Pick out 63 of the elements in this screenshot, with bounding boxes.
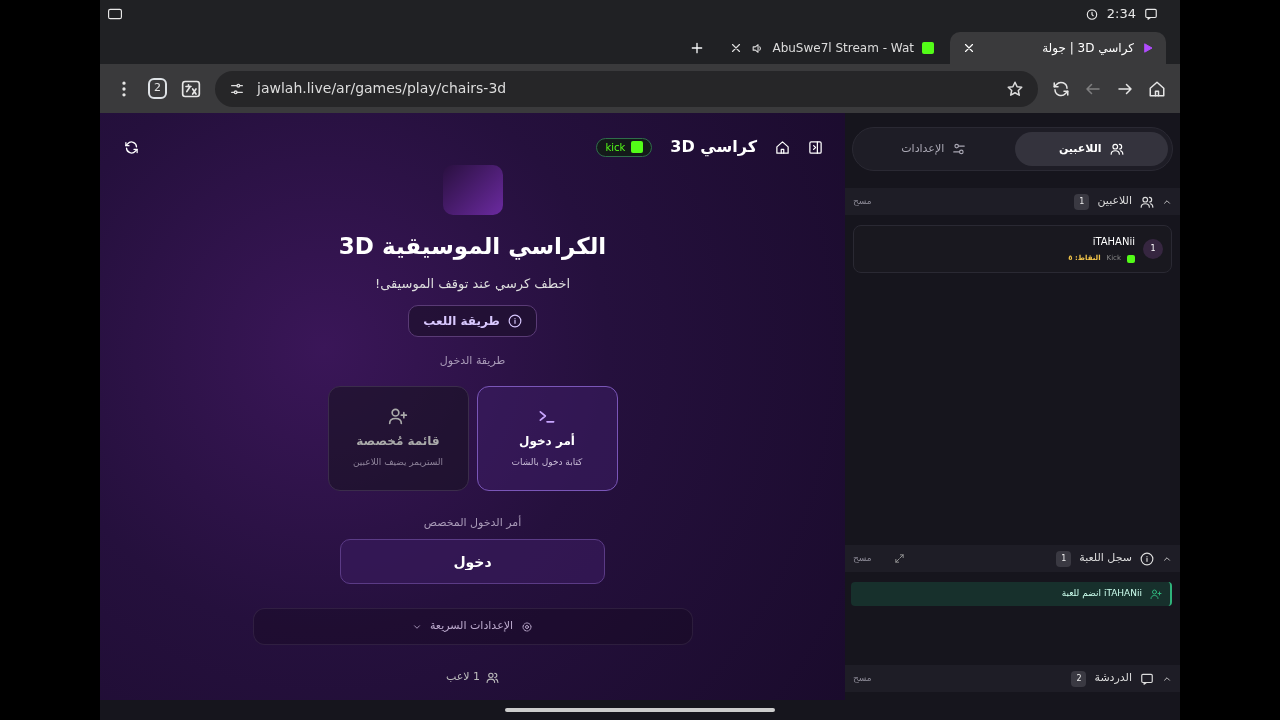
quick-settings-label: الإعدادات السريعة (429, 618, 514, 635)
count-badge: 1 (1074, 193, 1090, 210)
users-icon (1109, 142, 1124, 156)
game-subtitle: اخطف كرسي عند توقف الموسيقى! (374, 274, 571, 293)
chat-icon (1140, 671, 1154, 686)
translate-icon[interactable] (181, 78, 201, 99)
game-logo (442, 165, 503, 215)
section-title: اللاعبين (1097, 193, 1132, 210)
how-to-play-button[interactable]: طريقة اللعب (408, 305, 537, 337)
user-add-icon (1150, 588, 1162, 600)
section-title: سجل اللعبة (1079, 550, 1132, 567)
command-label: أمر الدخول المخصص (423, 514, 522, 531)
info-icon (507, 314, 522, 328)
home-icon[interactable] (1148, 79, 1166, 98)
sliders-icon (952, 142, 967, 156)
sidebar-tab[interactable]: اللاعبين (1014, 132, 1168, 166)
sidebar-tab[interactable]: الإعدادات (857, 132, 1011, 166)
player-name: iTAHANii (1091, 235, 1135, 250)
kick-logo-icon (631, 141, 644, 153)
entry-method-label: طريقة الدخول (439, 353, 506, 369)
game-heading: الكراسي الموسيقية 3D (338, 232, 607, 262)
section-title: الدردشة (1094, 670, 1132, 687)
expand-icon[interactable] (893, 553, 905, 564)
play-icon (1142, 42, 1154, 54)
users-icon (1140, 194, 1154, 209)
sidebar-toggle-icon[interactable] (808, 139, 823, 155)
clear-button[interactable]: مسح (853, 194, 872, 209)
status-time: 2:34 (1106, 5, 1136, 24)
favicon-icon (922, 42, 934, 54)
kick-logo-icon (1127, 254, 1135, 263)
reload-icon[interactable] (1052, 79, 1070, 98)
clear-button[interactable]: مسح (853, 551, 872, 566)
refresh-icon[interactable] (124, 139, 139, 155)
platform-badge: kick (596, 137, 653, 157)
browser-tab[interactable]: كراسي 3D | جولة (950, 32, 1166, 64)
tab-count[interactable]: 2 (148, 78, 167, 99)
method-description: الستريمر يضيف اللاعبين (353, 456, 443, 470)
quick-settings-bar[interactable]: الإعدادات السريعة (252, 608, 693, 645)
home-icon[interactable] (775, 139, 790, 155)
address-bar[interactable]: jawlah.live/ar/games/play/chairs-3d (215, 70, 1038, 107)
player-count: 1 لاعب (445, 669, 481, 685)
clear-button[interactable]: مسح (853, 671, 872, 686)
method-title: أمر دخول (519, 432, 575, 451)
command-input[interactable]: دخول (340, 539, 605, 584)
users-icon (486, 670, 500, 684)
tab-title: AbuSwe7l Stream - Wat (772, 40, 914, 57)
method-title: قائمة مُخصصة (356, 433, 440, 451)
entry-method-card[interactable]: قائمة مُخصصة الستريمر يضيف اللاعبين (327, 385, 469, 491)
star-icon[interactable] (1006, 79, 1024, 98)
message-icon (1144, 7, 1158, 21)
game-title: كراسي 3D (670, 136, 757, 159)
url-text: jawlah.live/ar/games/play/chairs-3d (257, 79, 508, 98)
count-badge: 2 (1071, 670, 1087, 687)
count-badge: 1 (1056, 550, 1072, 567)
info-icon (1140, 551, 1154, 566)
tab-title: كراسي 3D | جولة (1041, 40, 1134, 57)
log-text: iTAHANii انضم للعبة (1061, 587, 1142, 601)
browser-tab[interactable]: AbuSwe7l Stream - Wat (717, 32, 946, 64)
method-description: كتابة دخول بالشات (511, 456, 583, 470)
user-add-icon (388, 406, 408, 427)
entry-method-card[interactable]: أمر دخول كتابة دخول بالشات (476, 385, 618, 491)
close-icon[interactable] (962, 41, 976, 55)
rank-badge: 1 (1143, 239, 1163, 259)
